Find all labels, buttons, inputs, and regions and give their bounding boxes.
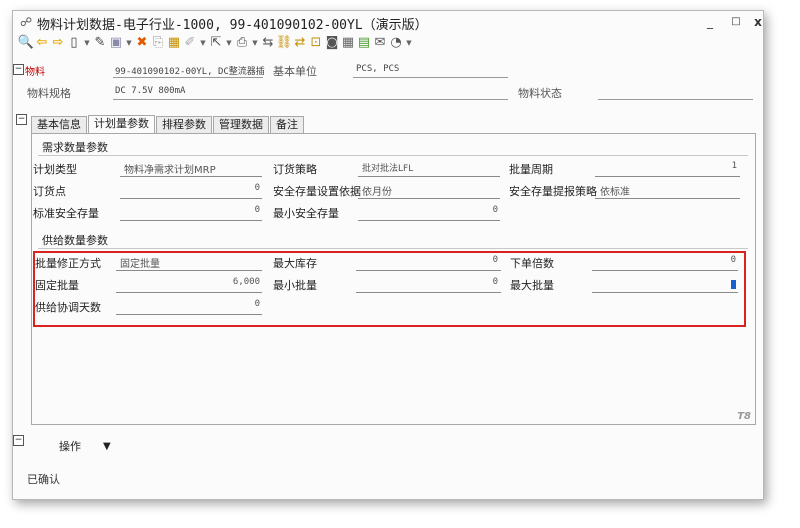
edit-icon[interactable]: ✎ xyxy=(93,35,107,51)
std-safety-label: 标准安全存量 xyxy=(33,207,99,220)
material-value: 99-401090102-00YL, DC整流器插 xyxy=(115,67,265,77)
max-stock-value[interactable]: 0 xyxy=(358,255,498,265)
base-unit-label: 基本单位 xyxy=(273,65,317,78)
mail-icon[interactable]: ✉ xyxy=(373,35,387,51)
order-multiple-value[interactable]: 0 xyxy=(594,255,736,265)
record-status: 已确认 xyxy=(27,473,60,486)
order-multiple-label: 下单倍数 xyxy=(510,257,554,270)
collapse-footer-icon[interactable]: − xyxy=(13,435,24,446)
spec-label: 物料规格 xyxy=(27,87,71,100)
order-strategy-value[interactable]: 批对批法LFL xyxy=(362,161,413,174)
camera-icon[interactable]: ◙ xyxy=(325,35,339,51)
operate-button[interactable]: 操作 ▼ xyxy=(43,437,119,457)
max-batch-label: 最大批量 xyxy=(510,279,554,292)
close-button[interactable]: x xyxy=(747,13,763,31)
chevron-down-icon: ▼ xyxy=(103,441,111,452)
route-icon[interactable]: ⇆ xyxy=(261,35,275,51)
link-icon[interactable]: ⛓ xyxy=(276,35,293,51)
copy-icon[interactable]: ⎘ xyxy=(151,35,165,51)
print-icon[interactable]: ⎙ xyxy=(235,35,249,51)
safety-alert-label: 安全存量提报策略 xyxy=(509,185,597,198)
min-safety-value[interactable]: 0 xyxy=(358,205,498,215)
tab-plan-params[interactable]: 计划量参数 xyxy=(88,115,155,134)
reorder-point-label: 订货点 xyxy=(33,185,66,198)
demand-section-title: 需求数量参数 xyxy=(42,141,108,154)
safety-basis-value[interactable]: 依月份 xyxy=(362,183,392,198)
plan-params-panel: 需求数量参数 计划类型 物料净需求计划MRP 订货策略 批对批法LFL 批量周期… xyxy=(31,133,756,425)
plan-type-label: 计划类型 xyxy=(33,163,77,176)
lead-days-label: 供给协调天数 xyxy=(35,301,101,314)
material-plan-icon: ☍ xyxy=(20,15,33,29)
chevron-down-icon[interactable]: ▼ xyxy=(225,35,233,51)
spec-value: DC 7.5V 800mA xyxy=(115,86,186,96)
safety-basis-label: 安全存量设置依据 xyxy=(273,185,361,198)
supply-section-title: 供给数量参数 xyxy=(42,234,108,247)
fixed-batch-label: 固定批量 xyxy=(35,279,79,292)
safety-alert-value[interactable]: 依标准 xyxy=(600,183,630,198)
toolbar: 🔍 ⇦ ⇨ ▯ ▼ ✎ ▣ ▼ ✖ ⎘ ▦ ✐ ▼ ⇱ ▼ ⎙ ▼ ⇆ ⛓ ⇄ … xyxy=(18,33,413,53)
minimize-button[interactable]: _ xyxy=(699,13,721,31)
database-icon[interactable]: ▤ xyxy=(357,35,371,51)
back-arrow-icon[interactable]: ⇦ xyxy=(35,35,49,51)
batch-period-value[interactable]: 1 xyxy=(597,161,737,171)
operate-label: 操作 xyxy=(59,440,81,453)
tab-basic-info[interactable]: 基本信息 xyxy=(31,116,87,133)
save-icon[interactable]: ▣ xyxy=(109,35,123,51)
export-icon[interactable]: ⇱ xyxy=(209,35,223,51)
window-title: 物料计划数据-电子行业-1000, 99-401090102-00YL（演示版） xyxy=(37,18,428,33)
batch-correction-label: 批量修正方式 xyxy=(35,257,101,270)
search-icon[interactable]: 🔍 xyxy=(18,35,34,51)
order-strategy-label: 订货策略 xyxy=(273,163,317,176)
lead-days-value[interactable]: 0 xyxy=(118,299,260,309)
chevron-down-icon[interactable]: ▼ xyxy=(83,35,91,51)
reorder-point-value[interactable]: 0 xyxy=(122,183,260,193)
plan-type-value[interactable]: 物料净需求计划MRP xyxy=(124,161,216,176)
forward-arrow-icon[interactable]: ⇨ xyxy=(51,35,65,51)
tab-strip: 基本信息 计划量参数 排程参数 管理数据 备注 xyxy=(31,115,305,134)
new-document-icon[interactable]: ▯ xyxy=(67,35,81,51)
lock-icon[interactable]: ⊡ xyxy=(309,35,323,51)
chevron-down-icon[interactable]: ▼ xyxy=(405,35,413,51)
chevron-down-icon[interactable]: ▼ xyxy=(251,35,259,51)
exchange-icon[interactable]: ⇄ xyxy=(293,35,307,51)
collapse-header-icon[interactable]: − xyxy=(13,64,24,75)
batch-correction-value[interactable]: 固定批量 xyxy=(120,255,160,270)
delete-icon[interactable]: ✖ xyxy=(135,35,149,51)
batch-period-label: 批量周期 xyxy=(509,163,553,176)
material-label: 物料 xyxy=(25,67,45,78)
fixed-batch-value[interactable]: 6,000 xyxy=(118,277,260,287)
version-watermark: T8 xyxy=(737,411,751,422)
calculator-icon[interactable]: ▦ xyxy=(341,35,355,51)
attach-icon[interactable]: ✐ xyxy=(183,35,197,51)
min-batch-label: 最小批量 xyxy=(273,279,317,292)
paste-icon[interactable]: ▦ xyxy=(167,35,181,51)
chevron-down-icon[interactable]: ▼ xyxy=(125,35,133,51)
title-bar: ☍ 物料计划数据-电子行业-1000, 99-401090102-00YL（演示… xyxy=(13,11,763,33)
min-safety-label: 最小安全存量 xyxy=(273,207,339,220)
tab-remarks[interactable]: 备注 xyxy=(270,116,304,133)
min-batch-value[interactable]: 0 xyxy=(358,277,498,287)
text-cursor xyxy=(731,280,736,289)
material-plan-window: ☍ 物料计划数据-电子行业-1000, 99-401090102-00YL（演示… xyxy=(12,10,764,500)
collapse-tabs-icon[interactable]: − xyxy=(16,114,27,125)
maximize-button[interactable]: □ xyxy=(725,13,747,31)
status-label: 物料状态 xyxy=(518,87,562,100)
chat-icon[interactable]: ◔ xyxy=(389,35,403,51)
tab-management-data[interactable]: 管理数据 xyxy=(213,116,269,133)
std-safety-value[interactable]: 0 xyxy=(122,205,260,215)
max-stock-label: 最大库存 xyxy=(273,257,317,270)
base-unit-value: PCS, PCS xyxy=(356,64,400,74)
chevron-down-icon[interactable]: ▼ xyxy=(199,35,207,51)
tab-schedule-params[interactable]: 排程参数 xyxy=(156,116,212,133)
